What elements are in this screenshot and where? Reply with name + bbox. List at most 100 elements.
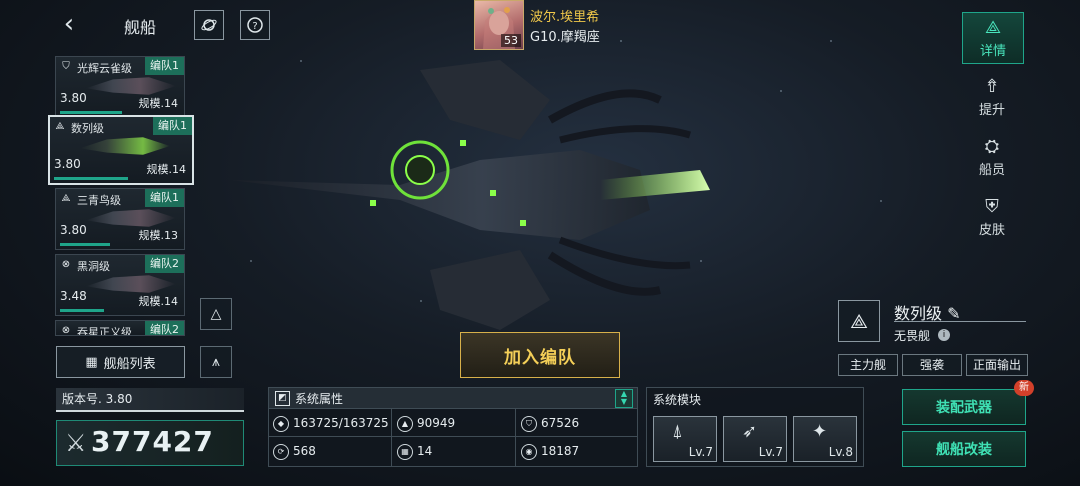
ship-modify-button[interactable]: 舰船改装 <box>902 431 1026 467</box>
help-icon[interactable]: ? <box>240 10 270 40</box>
divider <box>515 409 516 466</box>
nav-label: 提升 <box>978 103 1005 118</box>
commander-name: 波尔.埃里希 <box>530 10 600 25</box>
ship-type: 无畏舰 <box>894 329 931 343</box>
carrier-class-icon: ⊗ <box>61 325 71 336</box>
sort-filter-icon[interactable]: ⩚ <box>200 346 232 378</box>
upgrade-icon: ⇮ <box>984 76 1000 97</box>
ship-name: 三青鸟级 <box>77 194 121 207</box>
dreadnought-class-icon: ⟁ <box>61 193 71 204</box>
attr-value: 18187 <box>541 444 580 458</box>
carrier-class-icon: ⊗ <box>61 259 71 270</box>
info-icon[interactable]: i <box>938 329 950 341</box>
module-slot-1[interactable]: ⍋ Lv.7 <box>653 416 717 462</box>
module-slot-2[interactable]: ➶ Lv.7 <box>723 416 787 462</box>
dreadnought-class-icon: ⟁ <box>55 121 65 132</box>
ship-card-1[interactable]: ⛉ 光辉云雀级 编队1 3.80 规模.14 <box>55 56 185 118</box>
ship-name: 黑洞级 <box>77 260 110 273</box>
join-fleet-button[interactable]: 加入编队 <box>460 332 620 378</box>
nav-upgrade[interactable]: ⇮ 提升 <box>962 72 1022 122</box>
attr-cost: ▦ 14 <box>397 438 432 464</box>
ship-version: 3.48 <box>60 289 87 303</box>
fleet-badge: 编队2 <box>145 321 184 335</box>
attr-shield: ⛉ 67526 <box>521 410 579 436</box>
nav-label: 船员 <box>978 163 1005 178</box>
nav-label: 皮肤 <box>978 223 1005 238</box>
role-tag: 强袭 <box>902 354 962 376</box>
attr-value: 14 <box>417 444 433 458</box>
module-level: Lv.8 <box>828 445 853 459</box>
ship-progress-bar <box>54 177 128 180</box>
ship-list-label: 舰船列表 <box>103 356 156 372</box>
ship-thumbnail <box>80 137 170 155</box>
ship-card-5-partial[interactable]: ⊗ 吞星正义级 编队2 <box>55 320 185 336</box>
attributes-header: ◩ 系统属性 ▲ ▼ <box>269 388 637 409</box>
ship-name: 数列级 <box>71 122 104 135</box>
attr-energy: ◉ 18187 <box>521 438 579 464</box>
fleet-badge: 编队1 <box>145 57 184 75</box>
ship-card-4[interactable]: ⊗ 黑洞级 编队2 3.48 规模.14 <box>55 254 185 316</box>
module-slot-3[interactable]: ✦ Lv.8 <box>793 416 857 462</box>
divider <box>269 436 637 437</box>
attr-value: 163725/163725 <box>293 416 389 430</box>
ship-list-button[interactable]: ▦ 舰船列表 <box>56 346 185 378</box>
speed-icon: ⟳ <box>273 443 289 460</box>
ship-name: 吞星正义级 <box>77 326 132 336</box>
divider <box>391 409 392 466</box>
system-attributes-panel: ◩ 系统属性 ▲ ▼ ◆ 163725/163725 ▲ 90949 ⛉ 67526 ⟳… <box>268 387 638 467</box>
energy-icon: ◉ <box>521 443 537 460</box>
ship-thumbnail <box>86 275 176 293</box>
system-modules-panel: 系统模块 ⍋ Lv.7 ➶ Lv.7 ✦ Lv.8 <box>646 387 864 467</box>
fleet-badge: 编队1 <box>145 189 184 207</box>
ship-progress-bar <box>60 243 110 246</box>
expand-toggle-icon[interactable]: ▲ ▼ <box>615 389 633 408</box>
ship-version: 3.80 <box>60 223 87 237</box>
back-arrow-icon[interactable]: ‹ <box>56 9 82 39</box>
combat-power-box: ⚔ 377427 <box>56 420 244 466</box>
nav-label: 详情 <box>979 44 1006 59</box>
crossed-swords-icon: ⚔ <box>65 429 87 457</box>
new-badge: 新 <box>1014 380 1034 396</box>
role-tag: 主力舰 <box>838 354 898 376</box>
ship-card-3[interactable]: ⟁ 三青鸟级 编队1 3.80 规模.13 <box>55 188 185 250</box>
equip-weapons-button[interactable]: 装配武器 <box>902 389 1026 425</box>
attr-hull: ◆ 163725/163725 <box>273 410 389 436</box>
armor-icon: ▲ <box>397 415 413 432</box>
version-label: 版本号. 3.80 <box>56 388 244 412</box>
missile-icon: ➶ <box>742 421 758 442</box>
hull-icon: ◆ <box>273 415 289 432</box>
ship-progress-bar <box>60 111 122 114</box>
nav-crew[interactable]: ⛭ 船员 <box>962 132 1022 182</box>
ship-version: 3.80 <box>54 157 81 171</box>
skin-icon: ⛨ <box>985 196 999 217</box>
drone-icon: ✦ <box>812 421 828 442</box>
planet-icon[interactable] <box>194 10 224 40</box>
ship-name: 光辉云雀级 <box>77 62 132 75</box>
attr-value: 568 <box>293 444 316 458</box>
module-level: Lv.7 <box>758 445 783 459</box>
nav-skin[interactable]: ⛨ 皮肤 <box>962 192 1022 242</box>
grid-icon: ▦ <box>85 354 98 370</box>
details-icon: ⟁ <box>984 17 1002 38</box>
attributes-icon: ◩ <box>275 391 290 406</box>
ship-card-2-selected[interactable]: ⟁ 数列级 编队1 3.80 规模.14 <box>48 115 194 185</box>
nav-details[interactable]: ⟁ 详情 <box>962 12 1024 64</box>
ship-scale: 规模.14 <box>138 97 179 110</box>
checker-icon: ▦ <box>397 443 413 460</box>
divider <box>894 321 1026 322</box>
ship-thumbnail <box>86 209 176 227</box>
turret-icon: ⍋ <box>672 421 683 442</box>
attr-speed: ⟳ 568 <box>273 438 316 464</box>
combat-power-value: 377427 <box>91 425 214 458</box>
attr-value: 90949 <box>417 416 456 430</box>
modules-title: 系统模块 <box>653 393 702 407</box>
dreadnought-class-icon: ⟁ <box>838 300 880 342</box>
attributes-title: 系统属性 <box>295 392 344 406</box>
svg-text:?: ? <box>252 21 257 32</box>
fleet-badge: 编队2 <box>145 255 184 273</box>
ship-thumbnail <box>86 77 176 95</box>
ship-version: 3.80 <box>60 91 87 105</box>
attr-armor: ▲ 90949 <box>397 410 455 436</box>
ship-scale: 规模.13 <box>138 229 179 242</box>
page-title: 舰船 <box>124 18 157 37</box>
